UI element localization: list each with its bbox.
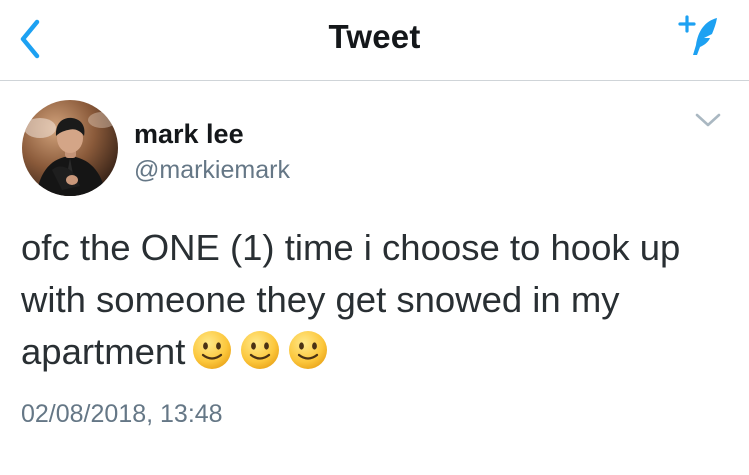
tweet-text: ofc the ONE (1) time i choose to hook up… (21, 222, 731, 385)
user-handle[interactable]: @markiemark (134, 156, 290, 185)
emoji-group (185, 329, 329, 385)
slightly-smiling-face-icon (289, 331, 328, 369)
avatar-photo (22, 100, 118, 196)
page-title: Tweet (328, 18, 421, 55)
tweet-options-button[interactable] (692, 108, 724, 132)
slightly-smiling-face-icon (193, 331, 232, 369)
tweet-body: ofc the ONE (1) time i choose to hook up… (21, 227, 681, 372)
tweet-timestamp: 02/08/2018, 13:48 (21, 400, 223, 428)
compose-tweet-icon (678, 15, 717, 55)
display-name[interactable]: mark lee (134, 119, 244, 150)
chevron-down-icon (695, 113, 721, 127)
slightly-smiling-face-icon (241, 331, 280, 369)
navigation-bar: Tweet (0, 0, 749, 81)
compose-tweet-button[interactable] (671, 12, 727, 60)
avatar[interactable] (22, 100, 118, 196)
